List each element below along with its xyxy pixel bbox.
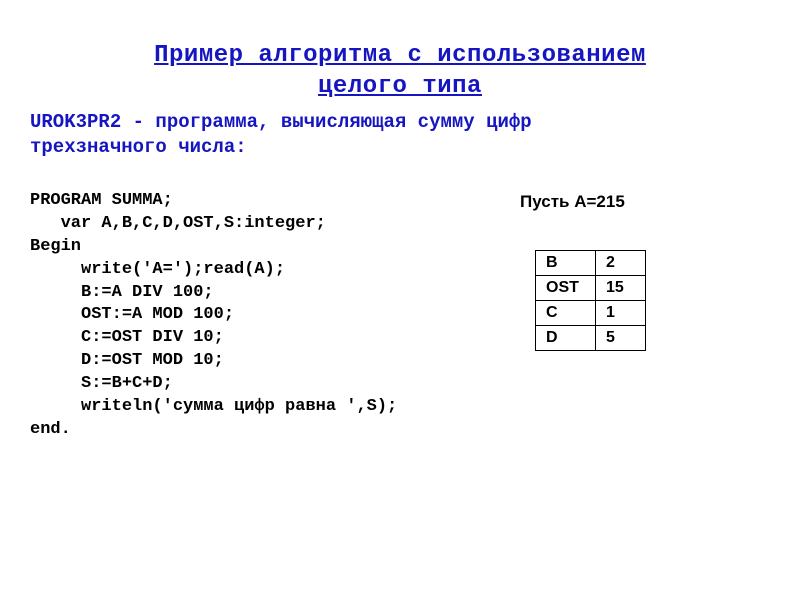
table-row: C 1 (536, 300, 646, 325)
slide-title: Пример алгоритма с использованием целого… (30, 40, 770, 102)
trace-var: B (536, 250, 596, 275)
example-label: Пусть A=215 (520, 192, 770, 212)
trace-var: C (536, 300, 596, 325)
code-line: end. (30, 419, 480, 442)
code-line: var A,B,C,D,OST,S:integer; (30, 213, 480, 236)
subtitle-line-1: UROK3PR2 - программа, вычисляющая сумму … (30, 111, 532, 133)
trace-val: 1 (596, 300, 646, 325)
code-line: OST:=A MOD 100; (30, 304, 480, 327)
table-row: D 5 (536, 325, 646, 350)
trace-val: 5 (596, 325, 646, 350)
trace-var: OST (536, 275, 596, 300)
trace-val: 2 (596, 250, 646, 275)
code-line: writeln('сумма цифр равна ',S); (30, 396, 480, 419)
code-line: S:=B+C+D; (30, 373, 480, 396)
code-line: C:=OST DIV 10; (30, 327, 480, 350)
subtitle-line-2: трехзначного числа: (30, 136, 247, 158)
trace-var: D (536, 325, 596, 350)
code-line: write('A=');read(A); (30, 259, 480, 282)
trace-table: B 2 OST 15 C 1 D 5 (535, 250, 646, 351)
trace-val: 15 (596, 275, 646, 300)
title-line-2: целого типа (318, 73, 482, 100)
code-line: PROGRAM SUMMA; (30, 190, 480, 213)
code-line: D:=OST MOD 10; (30, 350, 480, 373)
code-block: PROGRAM SUMMA; var A,B,C,D,OST,S:integer… (30, 190, 480, 442)
title-line-1: Пример алгоритма с использованием (154, 42, 646, 69)
slide-subtitle: UROK3PR2 - программа, вычисляющая сумму … (30, 110, 770, 159)
content-area: PROGRAM SUMMA; var A,B,C,D,OST,S:integer… (30, 190, 770, 442)
code-line: Begin (30, 236, 480, 259)
table-row: B 2 (536, 250, 646, 275)
code-line: B:=A DIV 100; (30, 282, 480, 305)
table-row: OST 15 (536, 275, 646, 300)
example-block: Пусть A=215 B 2 OST 15 C 1 D 5 (520, 190, 770, 442)
